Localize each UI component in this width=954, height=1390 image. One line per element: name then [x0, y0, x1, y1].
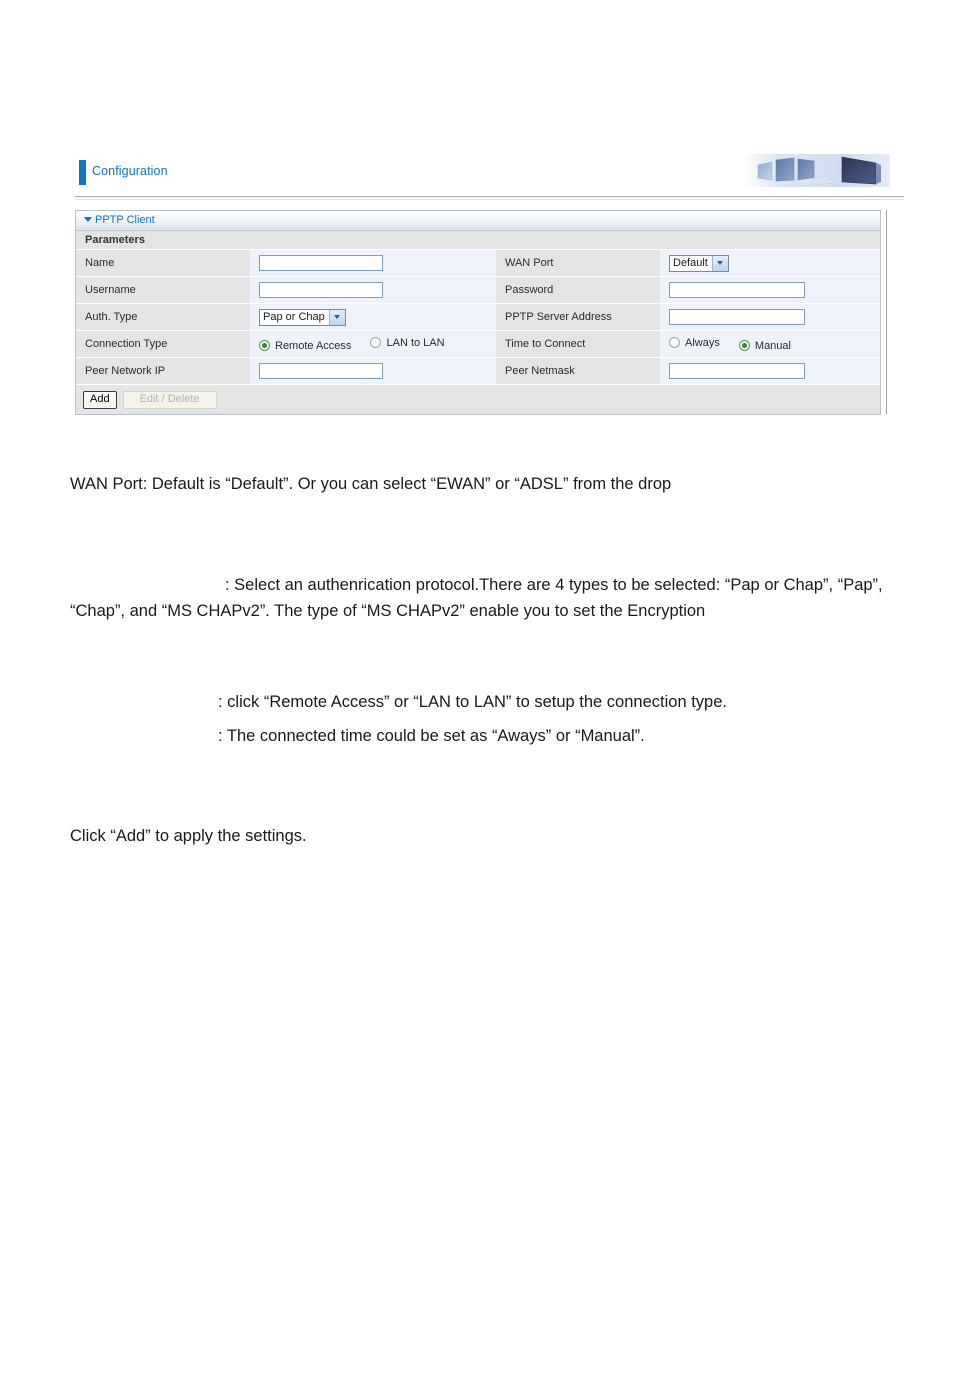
label-connection-type: Connection Type: [76, 330, 250, 358]
radio-manual-label[interactable]: Manual: [755, 340, 791, 352]
label-pptp-server-address: PPTP Server Address: [496, 303, 660, 331]
radio-remote-access-button[interactable]: [259, 340, 270, 351]
label-username: Username: [76, 276, 250, 304]
auth-type-select[interactable]: Pap or Chap: [259, 308, 346, 326]
pptp-client-panel: PPTP Client Parameters Name WAN Port Def…: [75, 210, 887, 415]
panel-right-edge: [886, 210, 887, 414]
radio-lan-to-lan-label[interactable]: LAN to LAN: [386, 337, 444, 349]
label-wan-port: WAN Port: [496, 250, 660, 277]
chevron-down-icon[interactable]: [328, 309, 345, 325]
cell-username-input: [250, 276, 496, 304]
paragraph-wan-port: WAN Port: Default is “Default”. Or you c…: [70, 475, 672, 493]
parameters-section-header: Parameters: [76, 231, 880, 250]
collapse-triangle-icon[interactable]: [84, 217, 92, 222]
username-input[interactable]: [259, 282, 383, 298]
cell-peer-network-ip-input: [250, 357, 496, 385]
peer-netmask-input[interactable]: [669, 363, 805, 379]
table-row: Peer Network IP Peer Netmask: [76, 357, 880, 385]
label-peer-network-ip: Peer Network IP: [76, 357, 250, 385]
paragraph-auth-type-line1: : Select an authenrication protocol.Ther…: [225, 576, 834, 594]
header-divider: [75, 196, 904, 200]
table-row: Connection Type Remote Access LAN to LAN…: [76, 330, 880, 358]
ui-header: Configuration: [75, 152, 890, 196]
edit-delete-button: Edit / Delete: [122, 390, 217, 409]
name-input[interactable]: [259, 255, 383, 271]
radio-always-label[interactable]: Always: [685, 337, 720, 349]
table-row: Username Password: [76, 276, 880, 304]
wan-port-selected-value: Default: [673, 257, 708, 269]
cell-wan-port-select: Default: [660, 250, 880, 277]
table-row: Name WAN Port Default: [76, 250, 880, 277]
router-admin-screenshot: Configuration PPTP Client Parameters Nam…: [75, 152, 904, 415]
cell-connection-type-radios: Remote Access LAN to LAN: [250, 330, 496, 358]
password-input[interactable]: [669, 282, 805, 298]
label-name: Name: [76, 250, 250, 277]
cell-peer-netmask-input: [660, 357, 880, 385]
panel-title-text: PPTP Client: [95, 214, 155, 226]
wan-port-select[interactable]: Default: [669, 254, 729, 272]
cell-password-input: [660, 276, 880, 304]
cell-pptp-server-address-input: [660, 303, 880, 331]
cell-auth-type-select: Pap or Chap: [250, 303, 496, 331]
header-accent-bar: [79, 160, 86, 185]
pptp-parameters-table: Name WAN Port Default Username Password …: [76, 250, 880, 385]
radio-always[interactable]: Always: [669, 337, 720, 349]
paragraph-auth-type: : Select an authenrication protocol.Ther…: [70, 572, 886, 624]
paragraph-time-to-connect-text: : The connected time could be set as “Aw…: [218, 727, 645, 745]
label-peer-netmask: Peer Netmask: [496, 357, 660, 385]
radio-always-button[interactable]: [669, 337, 680, 348]
peer-network-ip-input[interactable]: [259, 363, 383, 379]
radio-lan-to-lan-button[interactable]: [370, 337, 382, 348]
radio-remote-access-label[interactable]: Remote Access: [275, 340, 351, 352]
add-button[interactable]: Add: [83, 390, 117, 409]
radio-lan-to-lan[interactable]: LAN to LAN: [370, 337, 445, 349]
cell-time-to-connect-radios: Always Manual: [660, 330, 880, 358]
paragraph-connection-type-text: : click “Remote Access” or “LAN to LAN” …: [218, 693, 727, 711]
paragraph-time-to-connect: : The connected time could be set as “Aw…: [70, 723, 886, 749]
page-title: Configuration: [92, 164, 168, 178]
paragraph-apply: Click “Add” to apply the settings.: [70, 827, 307, 845]
label-auth-type: Auth. Type: [76, 303, 250, 331]
chevron-down-icon[interactable]: [711, 255, 728, 271]
table-row: Auth. Type Pap or Chap PPTP Server Addre…: [76, 303, 880, 331]
paragraph-connection-type: : click “Remote Access” or “LAN to LAN” …: [70, 689, 886, 715]
radio-remote-access[interactable]: Remote Access: [259, 340, 351, 352]
pptp-server-address-input[interactable]: [669, 309, 805, 325]
radio-manual[interactable]: Manual: [738, 340, 791, 352]
panel-title-bar[interactable]: PPTP Client: [76, 210, 880, 231]
monitors-banner-icon: [742, 152, 890, 192]
label-time-to-connect: Time to Connect: [496, 330, 660, 358]
panel-button-row: Add Edit / Delete: [76, 385, 880, 414]
radio-manual-button[interactable]: [738, 340, 750, 351]
label-password: Password: [496, 276, 660, 304]
auth-type-selected-value: Pap or Chap: [263, 311, 325, 323]
cell-name-input: [250, 250, 496, 277]
